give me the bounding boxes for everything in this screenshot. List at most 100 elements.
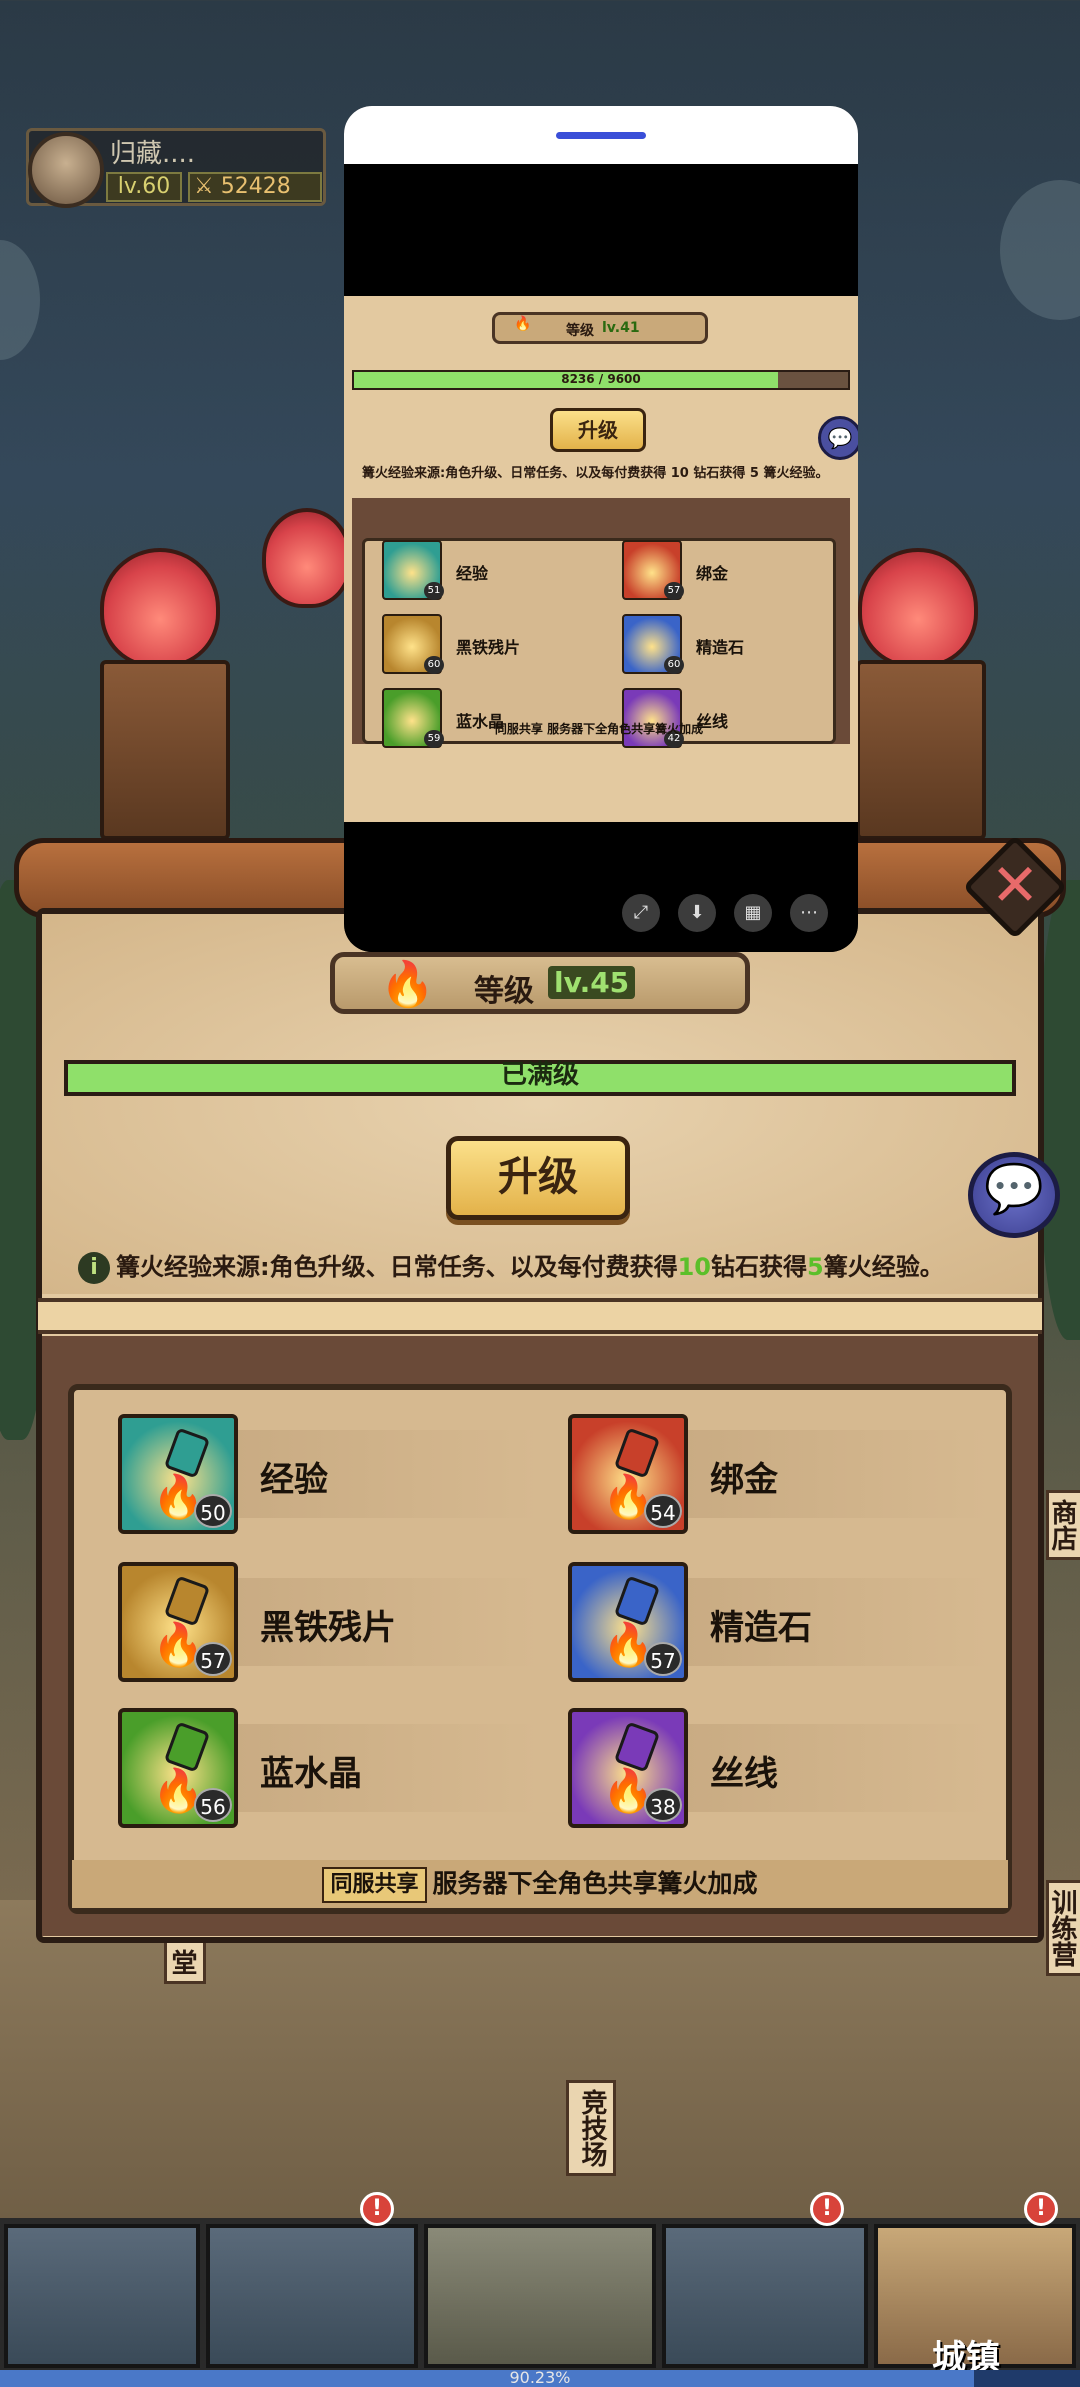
- floating-window-footer: [344, 822, 858, 952]
- nav-alert-icon: !: [810, 2192, 844, 2226]
- torch-flame-left: [100, 548, 220, 668]
- cloud: [1000, 180, 1080, 320]
- mini-bonus-slot[interactable]: 51 经验: [382, 540, 582, 600]
- mini-share-text: 同服共享 服务器下全角色共享篝火加成: [494, 722, 704, 736]
- slot-level: 38: [644, 1788, 682, 1822]
- mini-slot-name: 精造石: [696, 638, 745, 657]
- slot-name: 蓝水晶: [260, 1754, 362, 1794]
- more-icon[interactable]: ⋯: [790, 894, 828, 932]
- level-value: lv.45: [548, 966, 636, 999]
- close-icon: ✕: [990, 851, 1040, 919]
- info-num-exp: 5: [807, 1253, 824, 1281]
- mini-slot-name: 绑金: [696, 564, 729, 583]
- info-icon: i: [78, 1252, 110, 1284]
- side-tag-shop[interactable]: 商店: [1046, 1490, 1080, 1560]
- tree: [1040, 880, 1080, 1340]
- torch-left: [100, 660, 230, 840]
- panel-divider: [38, 1298, 1042, 1334]
- download-icon[interactable]: ⬇: [678, 894, 716, 932]
- resource-gem-icon: [613, 1575, 661, 1627]
- mini-bonus-slot[interactable]: 57 绑金: [622, 540, 822, 600]
- nav-tab-battle[interactable]: [424, 2224, 656, 2368]
- mini-level-value: lv.41: [602, 320, 640, 336]
- slot-level: 56: [194, 1788, 232, 1822]
- nav-tab-summon[interactable]: [4, 2224, 200, 2368]
- side-tag-training[interactable]: 训练营: [1046, 1880, 1080, 1976]
- loading-progress-text: 90.23%: [509, 2368, 571, 2387]
- power-icon: ⚔: [194, 174, 214, 199]
- mini-upgrade-button[interactable]: 升级: [550, 408, 646, 452]
- bonus-slot[interactable]: 🔥 50 经验: [118, 1414, 540, 1534]
- torch-right: [856, 660, 986, 840]
- torch-flame-right: [858, 548, 978, 668]
- slot-level: 57: [644, 1642, 682, 1676]
- share-row: 同服共享 服务器下全角色共享篝火加成: [72, 1860, 1008, 1908]
- mini-progress-text: 8236 / 9600: [561, 372, 641, 386]
- mini-bonfire-icon: 🔥: [514, 316, 532, 332]
- info-mid: 钻石获得: [711, 1253, 808, 1281]
- resource-gem-icon: [613, 1721, 661, 1773]
- mini-slot-name: 经验: [456, 564, 489, 583]
- chat-icon: 💬: [984, 1161, 1044, 1217]
- slot-level: 54: [644, 1494, 682, 1528]
- mini-chat-icon[interactable]: 💬: [818, 416, 858, 460]
- share-text: 服务器下全角色共享篝火加成: [432, 1869, 758, 1898]
- info-num-diamonds: 10: [677, 1253, 712, 1281]
- resize-icon[interactable]: ⤢: [622, 894, 660, 932]
- bonfire-slot-icon: 🔥 57: [568, 1562, 688, 1682]
- player-power-value: 52428: [220, 174, 291, 199]
- mini-slot-name: 黑铁残片: [456, 638, 521, 657]
- bonus-slot[interactable]: 🔥 57 黑铁残片: [118, 1562, 540, 1682]
- player-level: lv.60: [106, 172, 182, 202]
- resource-gem-icon: [163, 1575, 211, 1627]
- info-prefix: 篝火经验来源:角色升级、日常任务、以及每付费获得: [116, 1253, 678, 1281]
- bonfire-slot-icon: 🔥 56: [118, 1708, 238, 1828]
- cloud: [0, 240, 40, 360]
- bonfire-slot-icon: 🔥 54: [568, 1414, 688, 1534]
- resource-gem-icon: [613, 1427, 661, 1479]
- upgrade-button[interactable]: 升级: [446, 1136, 630, 1220]
- player-name: 归藏....: [110, 139, 196, 169]
- resource-gem-icon: [163, 1721, 211, 1773]
- mini-slot-level: 60: [424, 656, 444, 674]
- player-avatar[interactable]: [28, 132, 104, 208]
- slot-name: 经验: [260, 1460, 328, 1500]
- player-power: ⚔ 52428: [188, 172, 322, 202]
- mini-bonus-slot[interactable]: 60 精造石: [622, 614, 822, 674]
- share-badge: 同服共享: [322, 1867, 427, 1903]
- torch-flame-mid: [262, 508, 352, 608]
- slot-name: 精造石: [710, 1608, 812, 1648]
- bonus-slot[interactable]: 🔥 57 精造石: [568, 1562, 990, 1682]
- slot-level: 50: [194, 1494, 232, 1528]
- info-suffix: 篝火经验。: [823, 1253, 944, 1281]
- slot-name: 丝线: [710, 1754, 778, 1794]
- ground: [0, 1900, 1080, 2230]
- nav-alert-icon: !: [360, 2192, 394, 2226]
- bonus-slot[interactable]: 🔥 38 丝线: [568, 1708, 990, 1828]
- drag-handle[interactable]: [556, 132, 646, 139]
- grid-icon[interactable]: ▦: [734, 894, 772, 932]
- level-label: 等级: [474, 974, 534, 1009]
- mini-slot-level: 57: [664, 582, 684, 600]
- mini-slot-level: 60: [664, 656, 684, 674]
- bonfire-icon: 🔥: [380, 959, 435, 1010]
- bonfire-slot-icon: 🔥 38: [568, 1708, 688, 1828]
- bonfire-slot-icon: 🔥 50: [118, 1414, 238, 1534]
- nav-tab-hero[interactable]: [206, 2224, 418, 2368]
- bonfire-info: i 篝火经验来源:角色升级、日常任务、以及每付费获得10钻石获得5篝火经验。: [78, 1247, 1008, 1287]
- nav-tab-guild[interactable]: [662, 2224, 868, 2368]
- floating-window[interactable]: 🔥 等级 lv.41 8236 / 9600 升级 💬 篝火经验来源:角色升级、…: [344, 106, 858, 952]
- mini-slot-level: 51: [424, 582, 444, 600]
- slot-name: 绑金: [710, 1460, 778, 1500]
- nav-alert-icon: !: [1024, 2192, 1058, 2226]
- side-tag-hall[interactable]: 堂: [164, 1940, 206, 1984]
- mini-level-label: 等级: [566, 323, 594, 339]
- bonus-slot[interactable]: 🔥 54 绑金: [568, 1414, 990, 1534]
- slot-level: 57: [194, 1642, 232, 1676]
- level-progress-text: 已满级: [500, 1060, 579, 1090]
- mini-bonus-slot[interactable]: 60 黑铁残片: [382, 614, 582, 674]
- side-tag-arena[interactable]: 竞技场: [566, 2080, 616, 2176]
- slot-name: 黑铁残片: [260, 1608, 396, 1648]
- bonus-slot[interactable]: 🔥 56 蓝水晶: [118, 1708, 540, 1828]
- resource-gem-icon: [163, 1427, 211, 1479]
